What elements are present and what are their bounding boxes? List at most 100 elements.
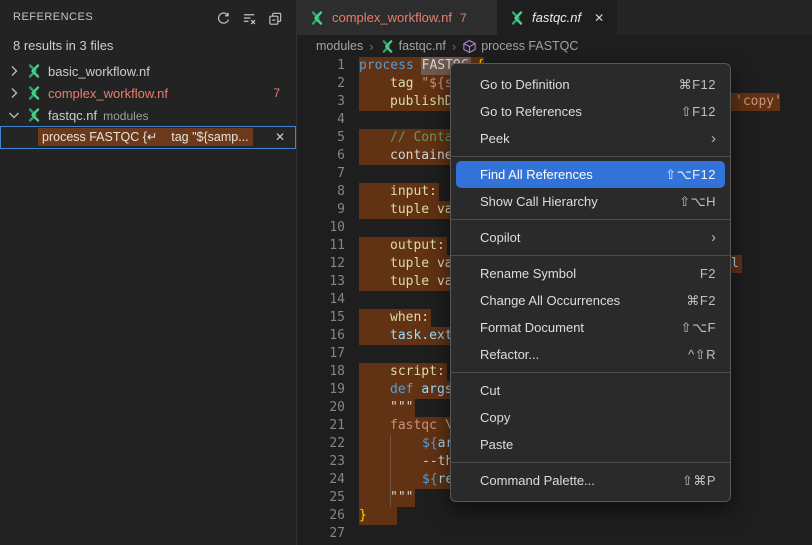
nextflow-file-icon: [26, 85, 42, 101]
menu-item-shortcut: ^⇧R: [688, 347, 716, 363]
close-icon[interactable]: ✕: [275, 130, 285, 144]
breadcrumb-item-file[interactable]: fastqc.nf: [399, 39, 446, 53]
reference-count-badge: 7: [273, 86, 280, 100]
menu-item-shortcut: ⇧⌥F: [681, 320, 716, 336]
submenu-arrow-icon: ›: [711, 230, 716, 245]
code-text: tuple va: [390, 201, 453, 219]
refresh-icon[interactable]: [214, 9, 232, 27]
menu-item-go-to-definition[interactable]: Go to Definition⌘F12: [451, 71, 730, 98]
line-number: 7: [297, 165, 345, 183]
references-toolbar: [214, 9, 284, 27]
code-text: input:: [390, 183, 437, 201]
references-header: REFERENCES: [0, 0, 296, 32]
reference-result-row[interactable]: process FASTQC {↵ tag "${samp... ✕: [0, 126, 296, 149]
tree-file-row[interactable]: fastqc.nfmodules: [0, 104, 296, 126]
indent-guide: [390, 471, 391, 489]
tree-file-label: complex_workflow.nf: [48, 86, 168, 101]
nextflow-file-icon: [26, 107, 42, 123]
line-number: 20: [297, 399, 345, 417]
code-text: task.ext: [390, 327, 453, 345]
line-number: 12: [297, 255, 345, 273]
tab-close-icon[interactable]: ✕: [594, 11, 604, 25]
tab-fastqc[interactable]: fastqc.nf ✕: [497, 0, 617, 35]
nextflow-file-icon: [380, 39, 395, 54]
menu-separator: [451, 156, 730, 157]
menu-item-shortcut: ⇧⌥F12: [665, 167, 716, 183]
menu-item-find-all-references[interactable]: Find All References⇧⌥F12: [456, 161, 725, 188]
menu-separator: [451, 462, 730, 463]
line-number: 22: [297, 435, 345, 453]
chevron-right-icon: ›: [369, 39, 373, 54]
line-number: 26: [297, 507, 345, 525]
code-text: containe: [390, 147, 453, 165]
menu-item-rename-symbol[interactable]: Rename SymbolF2: [451, 260, 730, 287]
code-text: // Conta: [390, 129, 453, 147]
menu-item-shortcut: ⌘F2: [686, 293, 716, 309]
line-number: 27: [297, 525, 345, 543]
code-text: }: [359, 507, 367, 525]
line-number: 11: [297, 237, 345, 255]
code-line[interactable]: 26}: [297, 507, 812, 525]
code-text: """: [390, 399, 413, 417]
tree-file-row[interactable]: complex_workflow.nf 7: [0, 82, 296, 104]
line-number: 17: [297, 345, 345, 363]
line-number: 10: [297, 219, 345, 237]
line-number: 14: [297, 291, 345, 309]
breadcrumb-item-symbol[interactable]: process FASTQC: [481, 39, 578, 53]
line-number: 25: [297, 489, 345, 507]
line-number: 5: [297, 129, 345, 147]
menu-item-label: Copy: [480, 410, 510, 425]
tab-label: fastqc.nf: [532, 10, 581, 25]
code-text: ${re: [422, 471, 453, 489]
menu-item-label: Cut: [480, 383, 500, 398]
tree-file-description: modules: [103, 109, 148, 123]
menu-separator: [451, 372, 730, 373]
submenu-arrow-icon: ›: [711, 131, 716, 146]
line-number: 15: [297, 309, 345, 327]
clear-all-icon[interactable]: [240, 9, 258, 27]
chevron-right-icon[interactable]: [6, 63, 22, 79]
menu-item-label: Paste: [480, 437, 513, 452]
reference-snippet: process FASTQC {↵ tag "${samp...: [38, 128, 253, 146]
menu-item-copy[interactable]: Copy: [451, 404, 730, 431]
indent-guide: [390, 435, 391, 453]
nextflow-file-icon: [309, 10, 325, 26]
chevron-right-icon[interactable]: [6, 85, 22, 101]
tab-complex-workflow[interactable]: complex_workflow.nf 7: [297, 0, 497, 35]
code-text: when:: [390, 309, 429, 327]
line-number: 1: [297, 57, 345, 75]
code-text: output:: [390, 237, 445, 255]
line-number: 6: [297, 147, 345, 165]
menu-item-peek[interactable]: Peek›: [451, 125, 730, 152]
menu-item-shortcut: ⌘F12: [679, 77, 716, 93]
line-number: 24: [297, 471, 345, 489]
line-number: 3: [297, 93, 345, 111]
menu-item-cut[interactable]: Cut: [451, 377, 730, 404]
menu-item-label: Command Palette...: [480, 473, 595, 488]
results-tree: basic_workflow.nf complex_workflow.nf 7 fas…: [0, 60, 296, 149]
menu-item-format-document[interactable]: Format Document⇧⌥F: [451, 314, 730, 341]
menu-item-label: Go to References: [480, 104, 582, 119]
menu-item-label: Copilot: [480, 230, 520, 245]
menu-item-show-call-hierarchy[interactable]: Show Call Hierarchy⇧⌥H: [451, 188, 730, 215]
references-panel: REFERENCES: [0, 0, 297, 545]
editor-tab-bar: complex_workflow.nf 7 fastqc.nf ✕: [297, 0, 812, 35]
chevron-down-icon[interactable]: [6, 107, 22, 123]
menu-item-shortcut: ⇧⌘P: [682, 473, 716, 489]
menu-item-refactor[interactable]: Refactor...^⇧R: [451, 341, 730, 368]
menu-item-shortcut: ⇧F12: [681, 104, 716, 120]
menu-item-copilot[interactable]: Copilot ›: [451, 224, 730, 251]
tab-label: complex_workflow.nf: [332, 10, 452, 25]
collapse-all-icon[interactable]: [266, 9, 284, 27]
tree-file-row[interactable]: basic_workflow.nf: [0, 60, 296, 82]
code-text: fastqc \: [390, 417, 453, 435]
menu-item-paste[interactable]: Paste: [451, 431, 730, 458]
menu-item-change-all-occurrences[interactable]: Change All Occurrences⌘F2: [451, 287, 730, 314]
code-text: publishD: [390, 93, 453, 111]
breadcrumb-item-modules[interactable]: modules: [316, 39, 363, 53]
breadcrumb: modules › fastqc.nf › process FASTQC: [297, 35, 812, 57]
code-line[interactable]: 27: [297, 525, 812, 543]
menu-separator: [451, 219, 730, 220]
menu-item-go-to-references[interactable]: Go to References ⇧F12: [451, 98, 730, 125]
menu-item-command-palette[interactable]: Command Palette... ⇧⌘P: [451, 467, 730, 494]
